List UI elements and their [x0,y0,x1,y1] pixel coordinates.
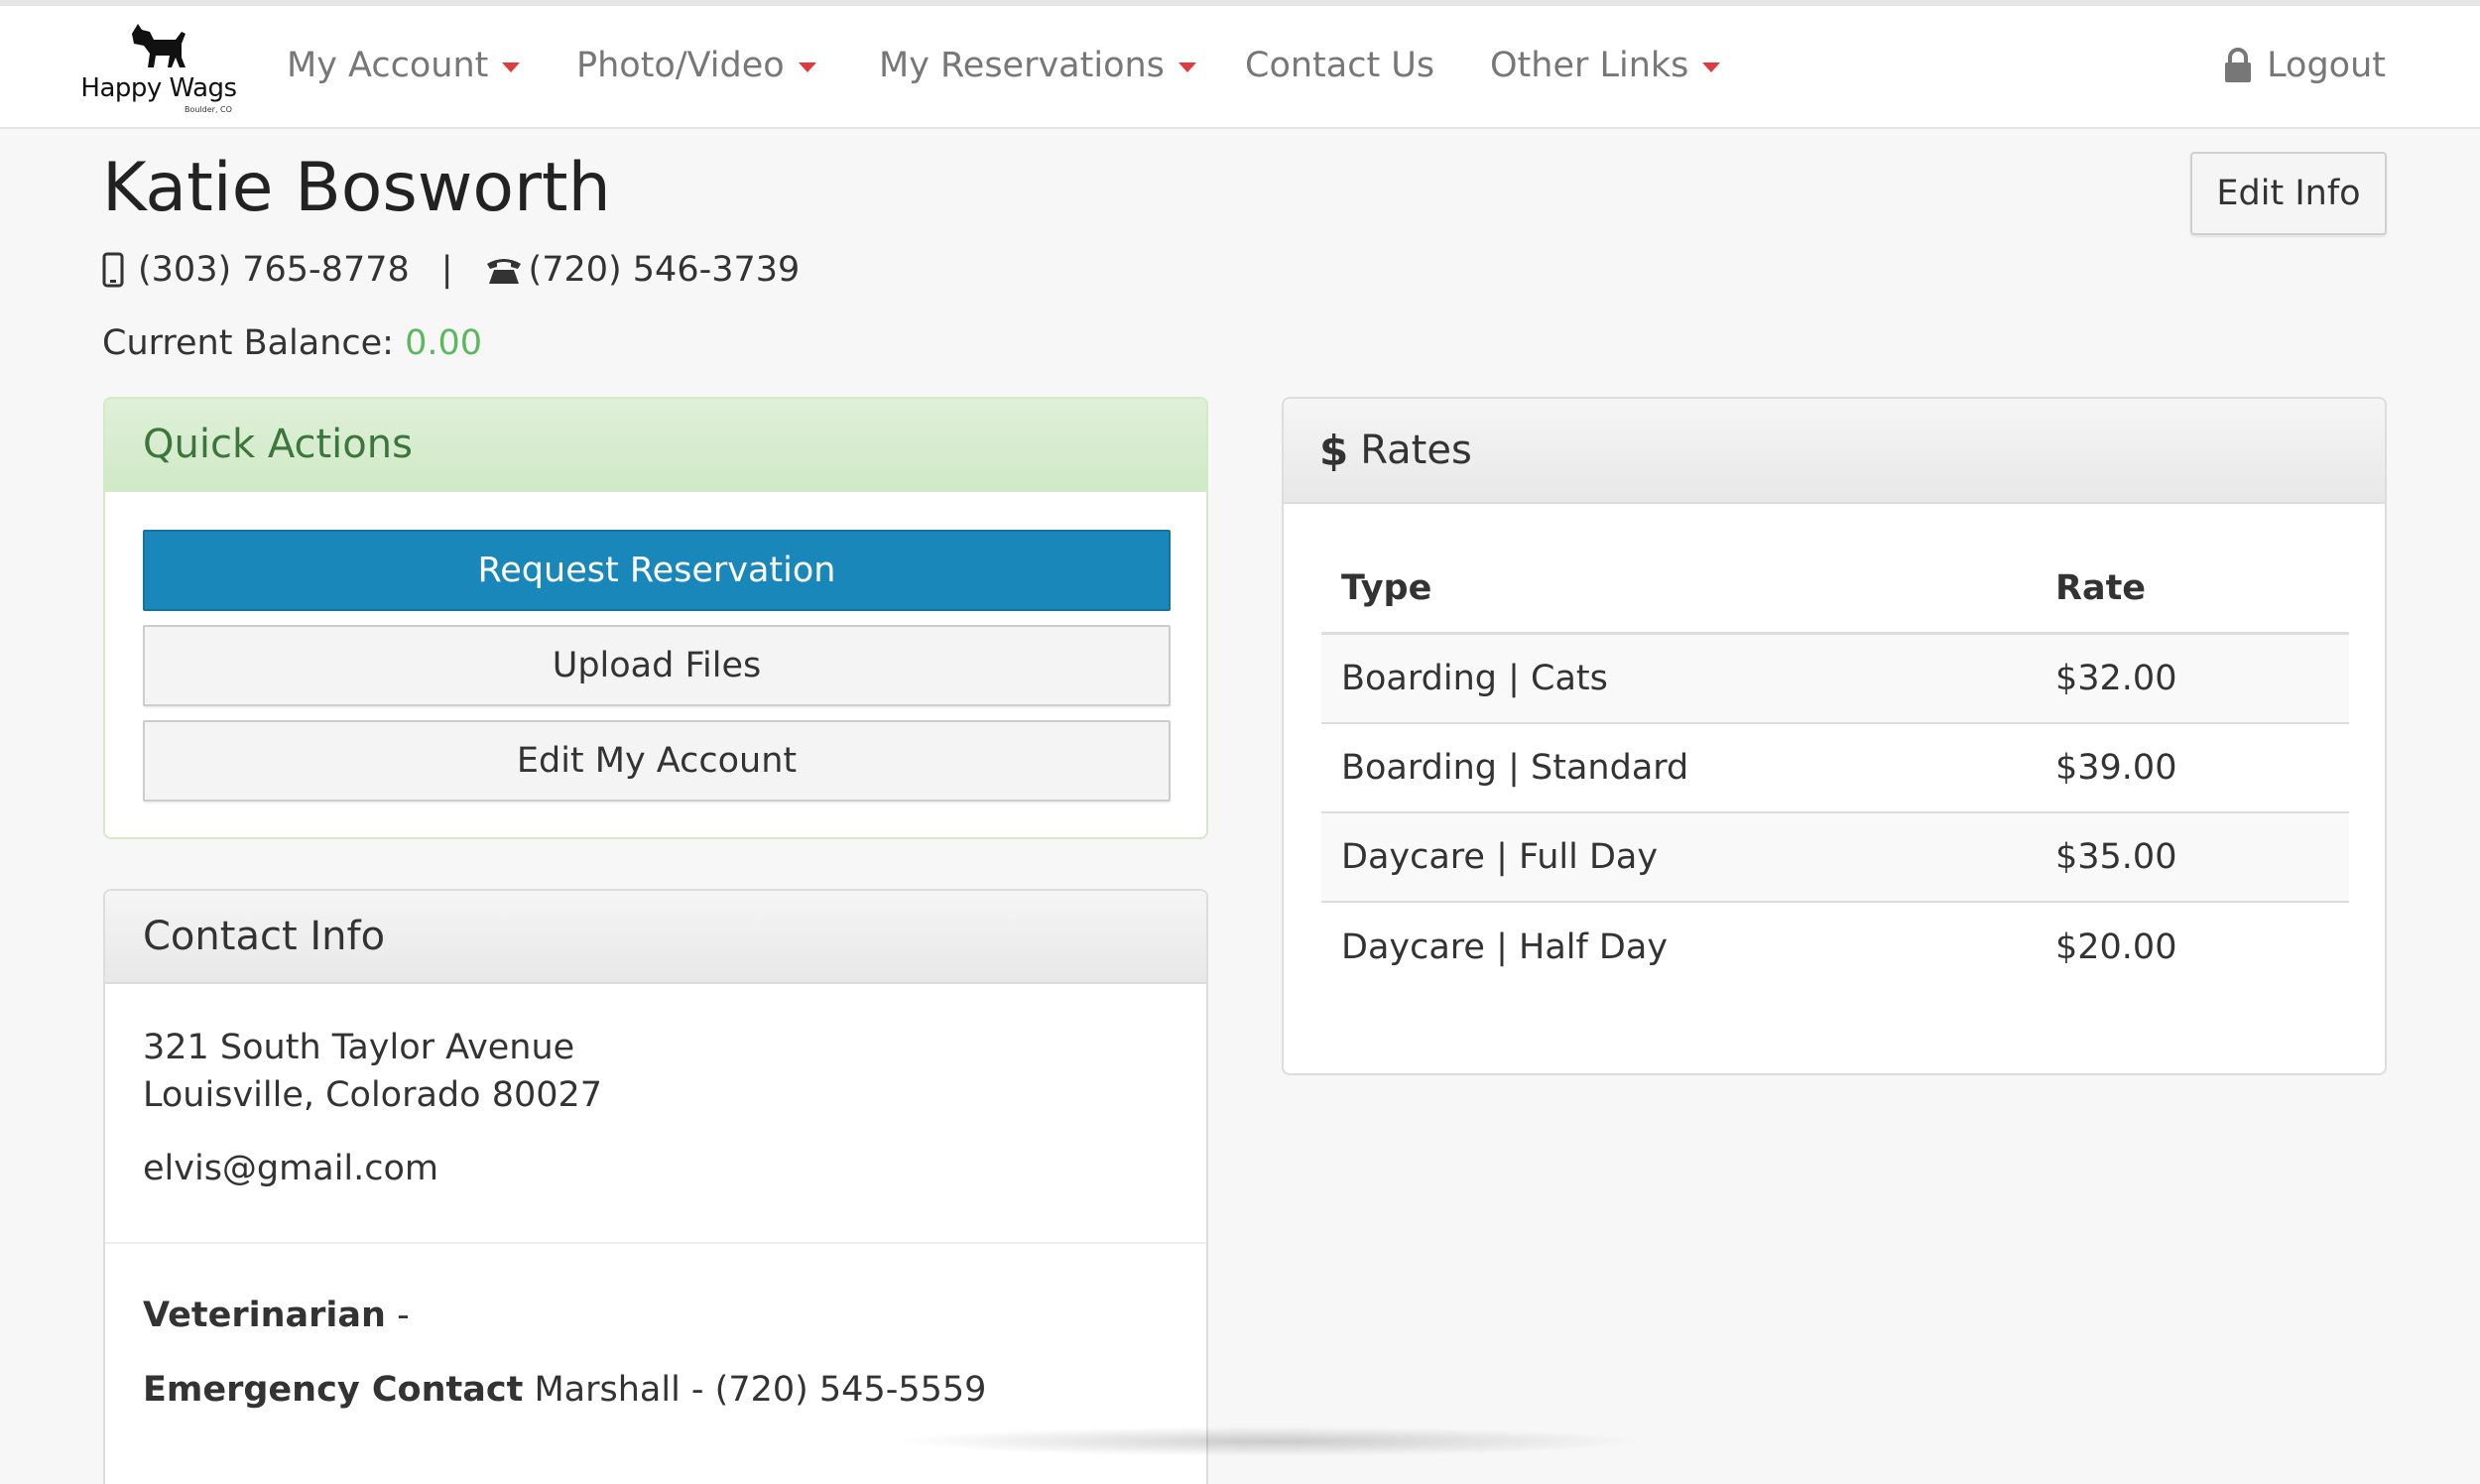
column-header-type: Type [1341,567,1432,608]
mobile-phone-number: (303) 765-8778 [138,250,410,290]
rate-type-cell: Boarding | Cats [1341,659,1608,698]
rate-type-cell: Boarding | Standard [1341,748,1689,788]
rate-value-cell: $39.00 [2055,748,2177,788]
lock-icon [2223,48,2253,83]
contact-divider [105,1242,1206,1244]
table-row: Daycare | Full Day $35.00 [1321,813,2349,903]
emergency-contact-value: Marshall - (720) 545-5559 [523,1370,987,1410]
nav-contact-us-label: Contact Us [1245,46,1435,85]
quick-actions-heading: Quick Actions [105,399,1206,492]
veterinarian-line: Veterinarian - [143,1296,410,1335]
edit-my-account-button[interactable]: Edit My Account [143,720,1171,802]
rate-value-cell: $20.00 [2055,928,2177,967]
nav-my-reservations[interactable]: My Reservations [879,46,1196,85]
table-row: Boarding | Standard $39.00 [1321,724,2349,813]
rates-table: Type Rate Boarding | Cats $32.00 Boardin… [1321,544,2349,992]
rate-value-cell: $35.00 [2055,837,2177,877]
request-reservation-button[interactable]: Request Reservation [143,530,1171,611]
caret-down-icon [798,62,816,72]
emergency-contact-line: Emergency Contact Marshall - (720) 545-5… [143,1370,986,1410]
mobile-phone-icon [102,252,124,288]
current-balance: Current Balance: 0.00 [102,323,482,363]
brand-name: Happy Wags [80,73,237,103]
logout-label: Logout [2267,46,2386,85]
nav-contact-us[interactable]: Contact Us [1245,46,1434,85]
veterinarian-label: Veterinarian [143,1296,386,1335]
contact-info-heading: Contact Info [105,891,1206,984]
caret-down-icon [1178,62,1196,72]
logout-link[interactable]: Logout [2223,46,2386,85]
customer-name: Katie Bosworth [102,149,611,227]
rate-type-cell: Daycare | Full Day [1341,837,1659,877]
edit-info-button[interactable]: Edit Info [2190,152,2387,235]
column-header-rate: Rate [2055,567,2147,608]
caret-down-icon [1702,62,1721,72]
table-row: Boarding | Cats $32.00 [1321,635,2349,724]
balance-amount: 0.00 [405,323,483,363]
nav-other-links-label: Other Links [1490,46,1689,85]
rate-value-cell: $32.00 [2055,659,2177,698]
rates-title: Rates [1360,428,1472,473]
caret-down-icon [502,62,521,72]
nav-my-account[interactable]: My Account [287,46,521,85]
address-line-1: 321 South Taylor Avenue [143,1028,575,1067]
balance-label: Current Balance: [102,323,394,363]
address-line-2: Louisville, Colorado 80027 [143,1075,603,1115]
nav-photo-video-label: Photo/Video [576,46,785,85]
nav-other-links[interactable]: Other Links [1490,46,1721,85]
home-phone-number: (720) 546-3739 [528,250,801,290]
scroll-shadow [893,1426,1647,1456]
table-row: Daycare | Half Day $20.00 [1321,903,2349,992]
dog-logo-icon [132,24,186,67]
email-address[interactable]: elvis@gmail.com [143,1149,438,1188]
home-phone-icon [485,254,523,286]
quick-actions-panel: Quick Actions Request Reservation Upload… [103,397,1208,839]
upload-files-button[interactable]: Upload Files [143,625,1171,706]
rates-table-header: Type Rate [1321,544,2349,635]
brand-location: Boulder, CO [185,105,232,114]
rates-panel: $ Rates Type Rate Boarding | Cats $32.00… [1282,397,2387,1075]
dollar-icon: $ [1319,426,1349,475]
brand-logo[interactable]: Happy Wags Boulder, CO [79,18,238,117]
rates-heading: $ Rates [1284,399,2385,504]
nav-my-reservations-label: My Reservations [879,46,1165,85]
phone-separator: | [440,250,453,290]
phone-numbers: (303) 765-8778 | (720) 546-3739 [102,250,800,290]
rate-type-cell: Daycare | Half Day [1341,928,1669,967]
emergency-contact-label: Emergency Contact [143,1370,524,1410]
nav-photo-video[interactable]: Photo/Video [576,46,816,85]
veterinarian-value: - [385,1296,410,1335]
nav-my-account-label: My Account [287,46,489,85]
top-navbar: Happy Wags Boulder, CO My Account Photo/… [0,6,2480,129]
contact-info-panel: Contact Info 321 South Taylor Avenue Lou… [103,889,1208,1484]
